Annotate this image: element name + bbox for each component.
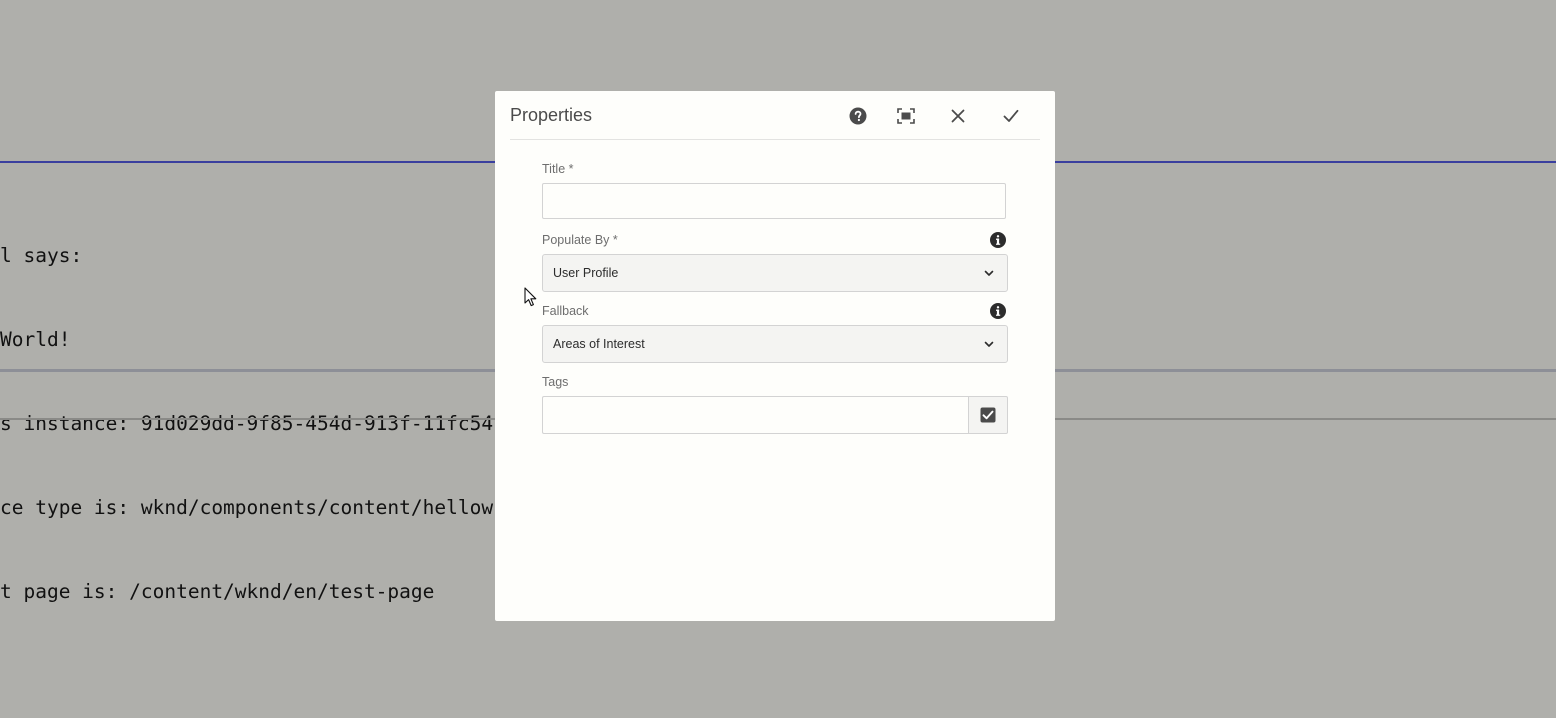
fullscreen-icon bbox=[897, 108, 915, 124]
help-icon bbox=[849, 107, 867, 125]
done-button[interactable] bbox=[998, 103, 1024, 129]
chevron-down-icon bbox=[984, 270, 994, 276]
title-label: Title * bbox=[542, 162, 574, 176]
close-icon bbox=[951, 109, 965, 123]
tags-picker-button[interactable] bbox=[968, 396, 1008, 434]
cancel-button[interactable] bbox=[945, 103, 971, 129]
checkmark-icon bbox=[1003, 109, 1019, 122]
populate-by-value: User Profile bbox=[553, 266, 619, 280]
info-icon[interactable] bbox=[990, 303, 1006, 319]
properties-dialog: Properties Title * Populate By * User Pr… bbox=[495, 91, 1055, 621]
chevron-down-icon bbox=[984, 341, 994, 347]
tags-label: Tags bbox=[542, 375, 569, 389]
fallback-value: Areas of Interest bbox=[553, 337, 645, 351]
tags-input[interactable] bbox=[542, 396, 969, 434]
populate-by-select[interactable]: User Profile bbox=[542, 254, 1008, 292]
fullscreen-button[interactable] bbox=[893, 103, 919, 129]
fallback-select[interactable]: Areas of Interest bbox=[542, 325, 1008, 363]
help-button[interactable] bbox=[845, 103, 871, 129]
checkbox-check-icon bbox=[980, 407, 996, 423]
title-input[interactable] bbox=[542, 183, 1006, 219]
populate-by-label: Populate By * bbox=[542, 233, 618, 247]
info-icon[interactable] bbox=[990, 232, 1006, 248]
dialog-title: Properties bbox=[510, 105, 593, 125]
dialog-header: Properties bbox=[510, 91, 1040, 140]
fallback-label: Fallback bbox=[542, 304, 589, 318]
mouse-cursor-icon bbox=[524, 287, 537, 307]
